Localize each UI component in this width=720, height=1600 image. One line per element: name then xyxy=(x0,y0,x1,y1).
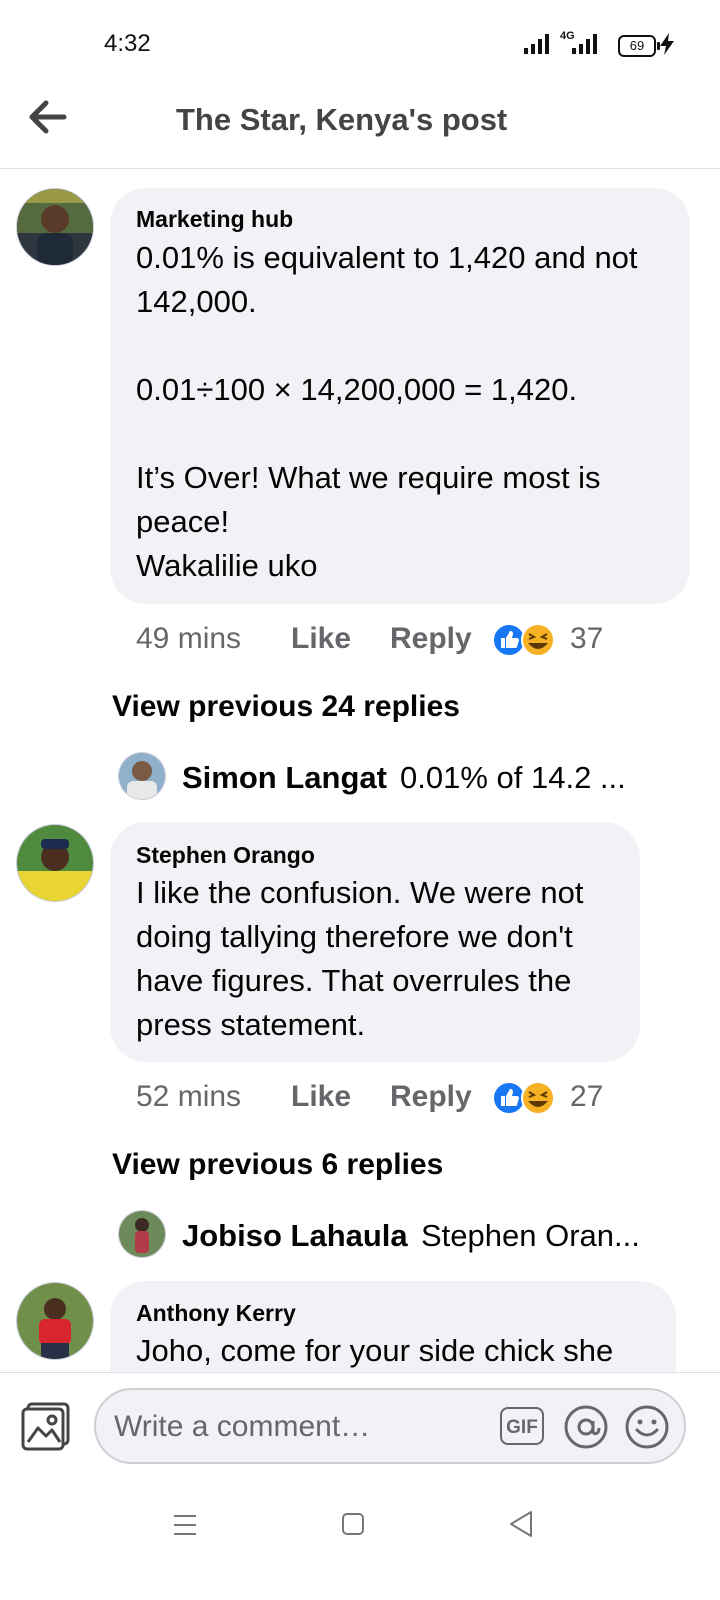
reaction-count[interactable]: 37 xyxy=(570,622,603,656)
comment-author[interactable]: Anthony Kerry xyxy=(136,1300,296,1327)
view-previous-replies[interactable]: View previous 24 replies xyxy=(112,690,460,724)
comment-text: I like the confusion. We were not doing … xyxy=(136,875,584,1042)
profile-photo xyxy=(17,1283,93,1359)
comment-input-placeholder[interactable]: Write a comment… xyxy=(114,1410,370,1444)
reply-button[interactable]: Reply xyxy=(390,1080,472,1114)
reaction-count[interactable]: 27 xyxy=(570,1080,603,1114)
battery-level: 69 xyxy=(629,38,645,53)
avatar[interactable] xyxy=(16,1282,94,1360)
profile-photo xyxy=(17,189,93,265)
reaction-icons[interactable] xyxy=(492,1081,556,1115)
reply-button[interactable]: Reply xyxy=(390,622,472,656)
thumbs-up-icon xyxy=(492,623,526,657)
profile-photo xyxy=(119,753,165,799)
charging-icon xyxy=(660,33,674,55)
profile-photo xyxy=(17,825,93,901)
smiley-icon[interactable] xyxy=(624,1404,670,1450)
status-bar: 4:32 4G 69 xyxy=(0,0,720,90)
reply-avatar[interactable] xyxy=(118,1210,166,1258)
laughing-face-icon xyxy=(521,623,555,657)
gif-icon[interactable]: GIF xyxy=(500,1407,544,1445)
comment-author[interactable]: Stephen Orango xyxy=(136,842,315,869)
reaction-icons[interactable] xyxy=(492,623,556,657)
system-nav-bar xyxy=(0,1480,720,1600)
avatar[interactable] xyxy=(16,824,94,902)
reply-avatar[interactable] xyxy=(118,752,166,800)
thumbs-up-icon xyxy=(492,1081,526,1115)
comment-text: 0.01% is equivalent to 1,420 and not 142… xyxy=(136,240,638,583)
like-button[interactable]: Like xyxy=(291,1080,351,1114)
status-time: 4:32 xyxy=(104,30,151,57)
like-button[interactable]: Like xyxy=(291,622,351,656)
menu-icon[interactable] xyxy=(172,1512,198,1538)
photo-icon[interactable] xyxy=(20,1400,72,1452)
back-arrow-icon[interactable] xyxy=(28,100,68,134)
page-title: The Star, Kenya's post xyxy=(176,102,508,137)
reply-preview[interactable]: 0.01% of 14.2 ... xyxy=(400,760,626,796)
comment-author[interactable]: Marketing hub xyxy=(136,206,293,233)
at-icon[interactable] xyxy=(564,1405,608,1449)
view-previous-replies[interactable]: View previous 6 replies xyxy=(112,1148,443,1182)
nav-back-icon[interactable] xyxy=(508,1510,534,1538)
reply-preview[interactable]: Stephen Oran... xyxy=(421,1218,640,1254)
profile-photo xyxy=(119,1211,165,1257)
battery-icon: 69 xyxy=(618,35,660,57)
signal-icon-2 xyxy=(572,34,597,54)
comment-time: 49 mins xyxy=(136,622,242,655)
comment-time: 52 mins xyxy=(136,1080,242,1113)
laughing-face-icon xyxy=(521,1081,555,1115)
signal-icon xyxy=(524,34,549,54)
reply-author[interactable]: Jobiso Lahaula xyxy=(182,1218,408,1254)
reply-author[interactable]: Simon Langat xyxy=(182,760,387,796)
home-icon[interactable] xyxy=(342,1513,364,1535)
comment-text: Joho, come for your side chick she xyxy=(136,1333,614,1368)
avatar[interactable] xyxy=(16,188,94,266)
